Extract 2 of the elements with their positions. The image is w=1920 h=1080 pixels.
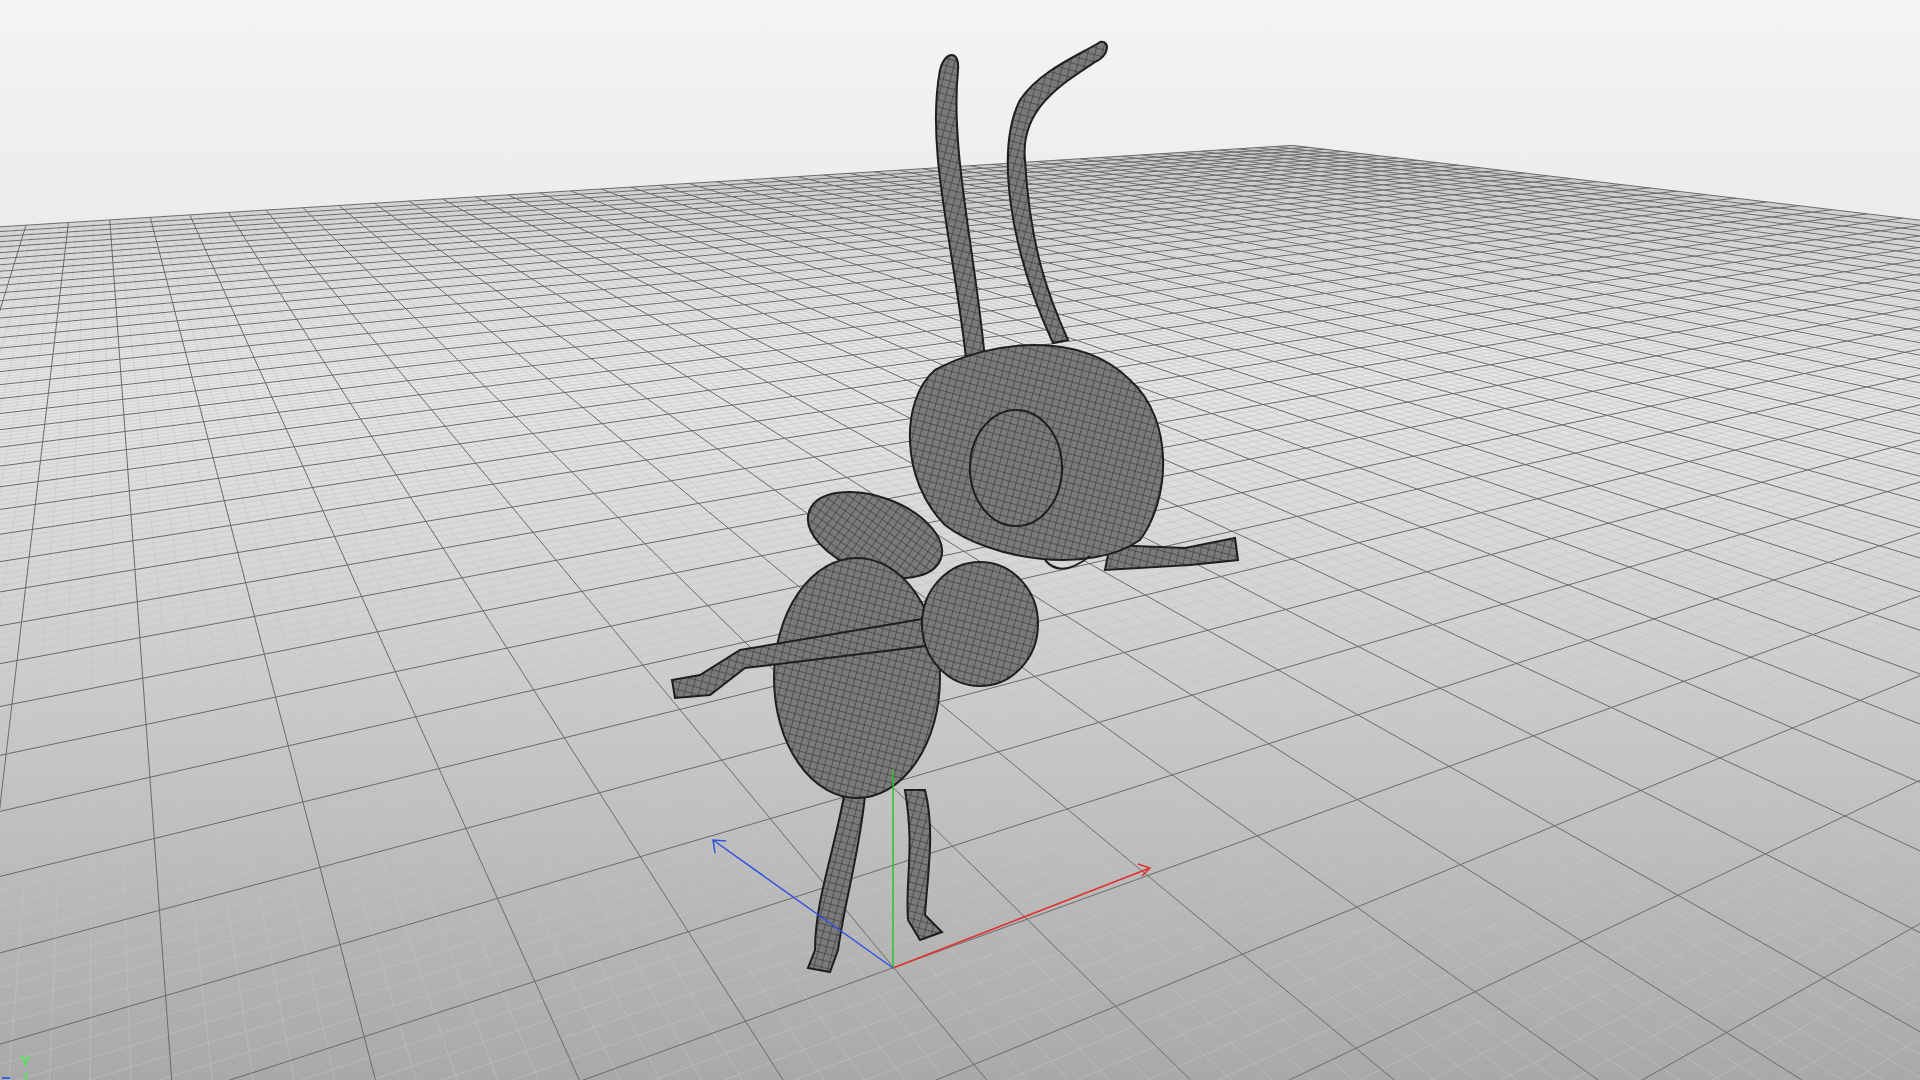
- corner-axis-icon: [1, 1071, 27, 1080]
- axis-label: Y: [20, 1054, 31, 1068]
